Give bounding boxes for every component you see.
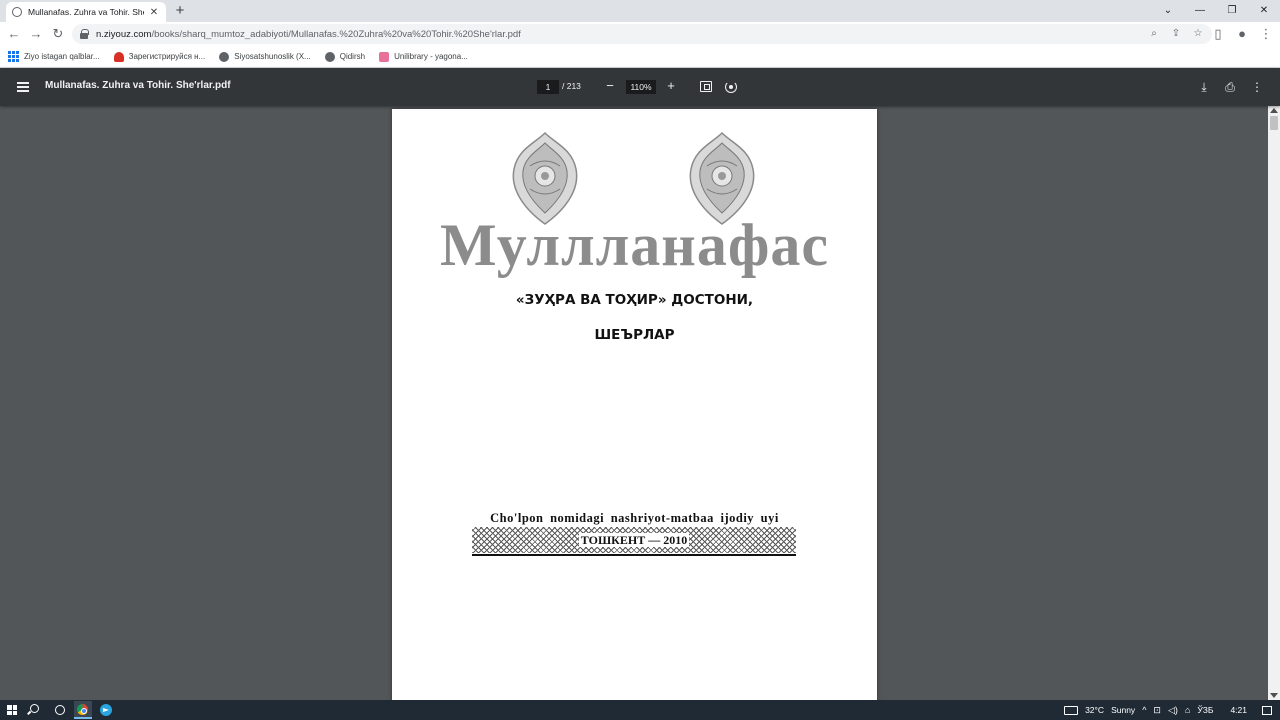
bookmark-label: Qidirsh bbox=[339, 52, 366, 61]
book-author: Муллланафас bbox=[439, 212, 830, 278]
heart-icon bbox=[113, 51, 124, 62]
zoom-input[interactable]: 110% bbox=[626, 80, 656, 94]
chrome-menu-icon[interactable]: ⋮ bbox=[1258, 26, 1274, 42]
forward-icon[interactable]: → bbox=[28, 26, 44, 42]
bookmark-label: Ziyo istagan qalblar... bbox=[24, 52, 100, 61]
telegram-taskbar-icon[interactable] bbox=[98, 702, 114, 718]
search-icon[interactable] bbox=[30, 704, 39, 713]
bookmark-label: Siyosatshunoslik (X... bbox=[234, 52, 311, 61]
minimize-icon[interactable]: — bbox=[1184, 0, 1216, 20]
omnibox-actions: ⌕ ⇪ ☆ bbox=[1148, 26, 1204, 42]
publisher: Cho'lpon nomidagi nashriyot-matbaa ijodi… bbox=[490, 511, 779, 525]
url-host: n.ziyouz.com bbox=[96, 28, 152, 40]
side-panel-icon[interactable]: ▯ bbox=[1210, 26, 1226, 42]
browser-toolbar: ← → ↻ n.ziyouz.com/books/sharq_mumtoz_ad… bbox=[0, 22, 1280, 46]
cortana-icon[interactable] bbox=[55, 705, 65, 715]
zoom-icon[interactable]: ⌕ bbox=[1148, 26, 1160, 42]
more-options-icon[interactable]: ⋮ bbox=[1250, 78, 1264, 96]
rotate-icon[interactable] bbox=[725, 81, 737, 93]
address-bar[interactable]: n.ziyouz.com/books/sharq_mumtoz_adabiyot… bbox=[72, 24, 1212, 44]
restore-icon[interactable]: ❐ bbox=[1216, 0, 1248, 20]
scrollbar[interactable] bbox=[1268, 106, 1280, 700]
pdf-page: Муллланафас «ЗУҲРА ВА ТОҲИР» ДОСТОНИ, ШЕ… bbox=[392, 109, 877, 700]
scroll-up-icon[interactable] bbox=[1270, 108, 1278, 113]
new-tab-button[interactable]: + bbox=[172, 2, 188, 20]
menu-icon[interactable] bbox=[17, 82, 29, 92]
pdf-title: Mullanafas. Zuhra va Tohir. She'rlar.pdf bbox=[45, 80, 231, 91]
volume-icon[interactable]: ◁) bbox=[1168, 705, 1178, 716]
bookmarks-bar: Ziyo istagan qalblar... Зарегистрируйся … bbox=[0, 46, 1280, 68]
city-year: ТОШКЕНТ — 2010 bbox=[578, 533, 690, 547]
tab-active[interactable]: Mullanafas. Zuhra va Tohir. She'rl ✕ bbox=[6, 2, 166, 22]
system-tray: 32°C Sunny ^ ⊡ ◁) ⌂ ЎЗБ 4:21 bbox=[1064, 700, 1280, 720]
divider bbox=[472, 554, 796, 556]
scroll-down-icon[interactable] bbox=[1270, 693, 1278, 698]
download-icon[interactable]: ⤓ bbox=[1197, 78, 1211, 96]
window-close-icon[interactable]: ✕ bbox=[1248, 0, 1280, 20]
taskbar: 32°C Sunny ^ ⊡ ◁) ⌂ ЎЗБ 4:21 bbox=[0, 700, 1280, 720]
weather-text[interactable]: Sunny bbox=[1111, 705, 1135, 715]
globe-icon bbox=[12, 7, 22, 17]
pdf-viewport[interactable]: Муллланафас «ЗУҲРА ВА ТОҲИР» ДОСТОНИ, ШЕ… bbox=[0, 106, 1280, 700]
url-path: /books/sharq_mumtoz_adabiyoti/Mullanafas… bbox=[151, 28, 521, 40]
zoom-out-button[interactable]: − bbox=[603, 78, 617, 94]
language-indicator[interactable]: ЎЗБ bbox=[1197, 705, 1213, 715]
close-icon[interactable]: ✕ bbox=[148, 7, 160, 18]
book-subtitle: «ЗУҲРА ВА ТОҲИР» ДОСТОНИ, bbox=[515, 292, 754, 308]
battery-icon[interactable]: ⌂ bbox=[1185, 705, 1190, 715]
globe-icon bbox=[219, 51, 230, 62]
bookmark-label: Unilibrary - yagona... bbox=[394, 52, 468, 61]
scroll-thumb[interactable] bbox=[1270, 116, 1278, 130]
bookmark-item[interactable]: Qidirsh bbox=[324, 51, 366, 62]
toolbar-right: ▯ ● ⋮ bbox=[1210, 26, 1274, 42]
lock-icon[interactable] bbox=[80, 29, 89, 39]
temperature[interactable]: 32°C bbox=[1085, 705, 1104, 715]
bookmark-item[interactable]: Зарегистрируйся н... bbox=[113, 51, 206, 62]
chrome-taskbar-icon[interactable] bbox=[74, 701, 92, 719]
apps-grid-icon bbox=[8, 51, 19, 62]
bookmark-item[interactable]: Unilibrary - yagona... bbox=[379, 51, 468, 62]
share-icon[interactable]: ⇪ bbox=[1170, 26, 1182, 42]
tab-search-icon[interactable]: ⌄ bbox=[1152, 0, 1184, 20]
book-icon bbox=[379, 51, 390, 62]
page-number-input[interactable]: 1 bbox=[537, 80, 559, 94]
bookmark-label: Зарегистрируйся н... bbox=[128, 52, 206, 61]
notifications-icon[interactable] bbox=[1262, 705, 1272, 715]
reload-icon[interactable]: ↻ bbox=[50, 26, 66, 42]
star-icon[interactable]: ☆ bbox=[1192, 26, 1204, 42]
bookmark-item[interactable]: Siyosatshunoslik (X... bbox=[219, 51, 311, 62]
city-year-band: ТОШКЕНТ — 2010 bbox=[472, 527, 796, 556]
fit-page-icon[interactable] bbox=[700, 81, 712, 92]
chevron-up-icon[interactable]: ^ bbox=[1142, 705, 1146, 715]
tab-title: Mullanafas. Zuhra va Tohir. She'rl bbox=[28, 7, 144, 17]
zoom-in-button[interactable]: + bbox=[664, 78, 678, 94]
book-subtitle-poems: ШЕЪРЛАР bbox=[594, 327, 675, 343]
bookmark-item[interactable]: Ziyo istagan qalblar... bbox=[8, 51, 100, 62]
clock[interactable]: 4:21 bbox=[1230, 705, 1247, 715]
weather-icon[interactable] bbox=[1064, 705, 1079, 715]
pdf-toolbar: Mullanafas. Zuhra va Tohir. She'rlar.pdf… bbox=[0, 68, 1280, 106]
tab-strip: Mullanafas. Zuhra va Tohir. She'rl ✕ + ⌄… bbox=[0, 0, 1280, 22]
back-icon[interactable]: ← bbox=[6, 26, 22, 42]
profile-icon[interactable]: ● bbox=[1234, 26, 1250, 42]
globe-icon bbox=[324, 51, 335, 62]
window-controls: ⌄ — ❐ ✕ bbox=[1152, 0, 1280, 22]
network-icon[interactable]: ⊡ bbox=[1153, 705, 1161, 716]
page-total: / 213 bbox=[562, 81, 581, 91]
print-icon[interactable]: ⎙ bbox=[1223, 78, 1237, 96]
windows-start-icon[interactable] bbox=[7, 705, 17, 715]
